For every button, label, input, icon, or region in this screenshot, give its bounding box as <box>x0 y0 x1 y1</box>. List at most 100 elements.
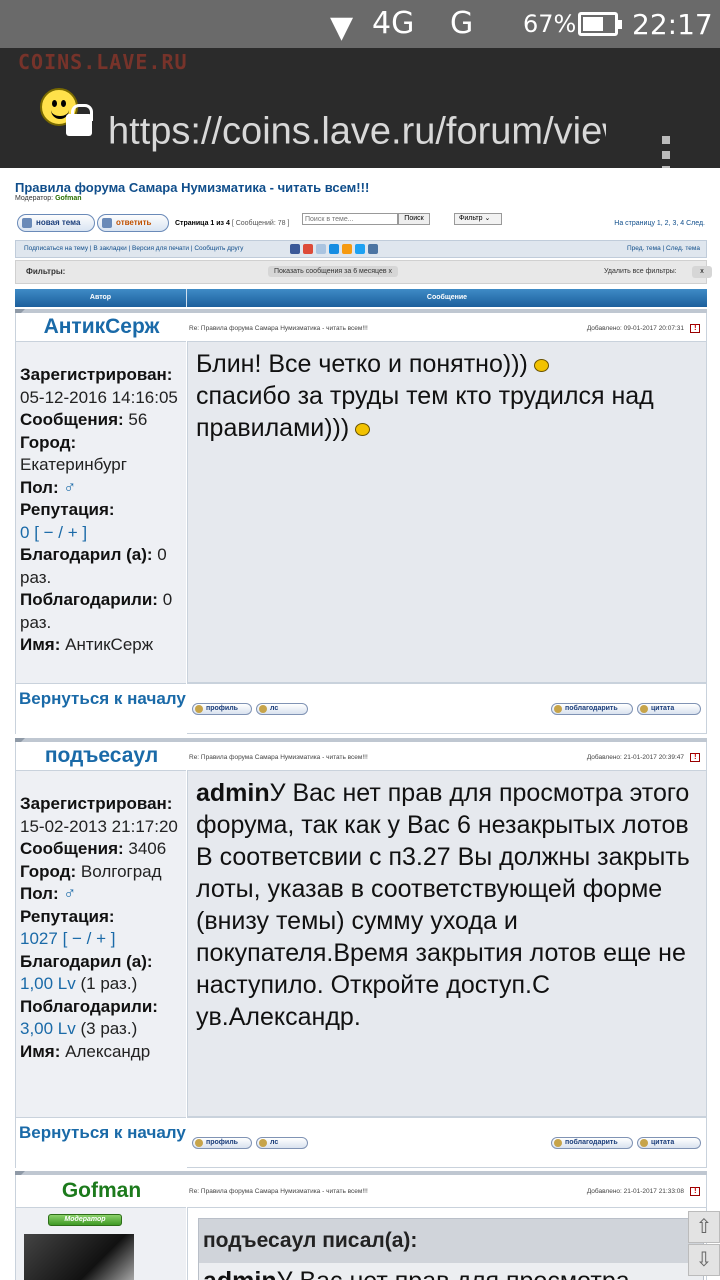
author-column-header: Автор <box>89 294 112 301</box>
smiley-icon <box>533 358 549 372</box>
report-icon[interactable] <box>690 752 700 762</box>
city-label: Город: <box>20 861 77 881</box>
remove-filters-button[interactable]: x <box>692 266 712 278</box>
back-to-top-link[interactable]: Вернуться к началу <box>15 1117 186 1168</box>
google-plus-icon[interactable] <box>303 244 313 254</box>
quote-text: adminУ Вас нет прав для просмотра <box>199 1263 703 1280</box>
reputation-value[interactable]: 0 <box>20 523 29 542</box>
author-profile: Модератор <box>15 1207 186 1280</box>
city-value: Екатеринбург <box>20 455 127 474</box>
moderator-link[interactable]: Gofman <box>55 195 81 202</box>
pagination[interactable]: На страницу 1, 2, 3, 4 След. <box>614 220 705 227</box>
site-banner-text: COINS.LAVE.RU <box>18 50 188 74</box>
topic-actions-links[interactable]: Подписаться на тему | В закладки | Верси… <box>24 245 243 252</box>
city-value: Волгоград <box>80 861 162 881</box>
filter-chip[interactable]: Показать сообщения за 6 месяцев x <box>268 266 399 277</box>
remove-filters-label: Удалить все фильтры: <box>604 268 677 275</box>
post-subject[interactable]: Re: Правила форума Самара Нумизматика - … <box>189 325 368 332</box>
moderator-line: Модератор: Gofman <box>15 195 82 202</box>
name-label: Имя: <box>20 635 61 654</box>
admin-mention: admin <box>196 779 270 807</box>
forum-page: Правила форума Самара Нумизматика - чита… <box>0 168 720 1280</box>
post-actions: профиль лс поблагодарить цитата <box>187 683 707 734</box>
registered-label: Зарегистрирован: <box>20 365 173 384</box>
search-button[interactable]: Поиск <box>398 213 430 225</box>
messages-count: 56 <box>128 410 148 429</box>
reply-button[interactable]: ответить <box>97 214 169 232</box>
post-author[interactable]: Gofman <box>16 1179 187 1203</box>
profile-button[interactable]: профиль <box>192 1137 252 1149</box>
moderator-badge: Модератор <box>48 1214 122 1226</box>
author-profile: Зарегистрирован: 15-02-2013 21:17:20 Соо… <box>15 770 186 1117</box>
topic-search-input[interactable] <box>302 213 398 225</box>
topic-actions-bar: Подписаться на тему | В закладки | Верси… <box>15 240 707 258</box>
post-subject[interactable]: Re: Правила форума Самара Нумизматика - … <box>189 1188 368 1195</box>
scroll-down-icon[interactable]: ⇩ <box>688 1244 720 1276</box>
sex-label: Пол: <box>20 884 59 903</box>
chevron-down-icon: ⌄ <box>484 215 491 222</box>
quote-button[interactable]: цитата <box>637 1137 701 1149</box>
mailru-icon[interactable] <box>329 244 339 254</box>
avatar <box>24 1234 134 1280</box>
social-share-icons <box>290 244 381 261</box>
post: Gofman Re: Правила форума Самара Нумизма… <box>15 1171 707 1280</box>
network-indicator-2: G <box>450 6 474 41</box>
vk-icon[interactable] <box>368 244 378 254</box>
reputation-vote[interactable]: [ − / + ] <box>34 523 87 542</box>
smiley-icon <box>355 422 371 436</box>
report-icon[interactable] <box>690 1186 700 1196</box>
url-field[interactable]: https://coins.lave.ru/forum/viewtopic <box>108 111 606 154</box>
thanked-value[interactable]: 1,00 Lv <box>20 974 76 993</box>
page-counter: Страница 1 из 4 <box>175 220 230 227</box>
profile-button[interactable]: профиль <box>192 703 252 715</box>
registered-label: Зарегистрирован: <box>20 794 173 813</box>
posts-table-header: Автор Сообщение <box>15 289 707 307</box>
new-topic-button[interactable]: новая тема <box>17 214 95 232</box>
filter-dropdown[interactable]: Фильтр ⌄ <box>454 213 502 225</box>
post-author[interactable]: подъесаул <box>16 744 187 768</box>
post-subject[interactable]: Re: Правила форума Самара Нумизматика - … <box>189 754 368 761</box>
back-to-top-link[interactable]: Вернуться к началу <box>15 683 186 734</box>
post-text: спасибо за труды тем кто трудился над пр… <box>196 382 654 442</box>
post-date: Добавлено: 21-01-2017 20:39:47 <box>586 754 684 761</box>
post-text: Блин! Все четко и понятно))) <box>196 350 528 378</box>
reputation-vote[interactable]: [ − / + ] <box>63 929 116 948</box>
name-label: Имя: <box>20 1041 61 1061</box>
battery-icon <box>578 12 622 36</box>
livejournal-icon[interactable] <box>316 244 326 254</box>
name-value: Александр <box>65 1041 151 1061</box>
twitter-icon[interactable] <box>355 244 365 254</box>
quote-author: подъесаул писал(а): <box>203 1229 418 1252</box>
filter-label: Фильтр <box>459 215 483 222</box>
post: подъесаул Re: Правила форума Самара Нуми… <box>15 738 707 1168</box>
post: АнтикСерж Re: Правила форума Самара Нуми… <box>15 309 707 734</box>
thanks-label: Поблагодарили: <box>20 590 158 609</box>
topic-title[interactable]: Правила форума Самара Нумизматика - чита… <box>15 180 369 195</box>
post-date: Добавлено: 21-01-2017 21:33:08 <box>586 1188 684 1195</box>
post-date: Добавлено: 09-01-2017 20:07:31 <box>586 325 684 332</box>
messages-label: Сообщения: <box>20 410 124 429</box>
facebook-icon[interactable] <box>290 244 300 254</box>
odnoklassniki-icon[interactable] <box>342 244 352 254</box>
admin-mention: admin <box>203 1267 277 1280</box>
post-author[interactable]: АнтикСерж <box>16 315 187 339</box>
author-profile: Зарегистрирован: 05-12-2016 14:16:05 Соо… <box>15 341 186 683</box>
report-icon[interactable] <box>690 323 700 333</box>
thank-button[interactable]: поблагодарить <box>551 1137 633 1149</box>
registered-date: 15-02-2013 21:17:20 <box>20 816 178 836</box>
quote-button[interactable]: цитата <box>637 703 701 715</box>
quote-body: У Вас нет прав для просмотра <box>277 1267 630 1280</box>
thanks-value[interactable]: 3,00 Lv <box>20 1019 76 1038</box>
post-actions: профиль лс поблагодарить цитата <box>187 1117 707 1168</box>
pm-button[interactable]: лс <box>256 703 308 715</box>
scroll-up-icon[interactable]: ⇧ <box>688 1211 720 1243</box>
lock-icon[interactable] <box>66 104 93 136</box>
thanked-times: (1 раз.) <box>80 974 138 993</box>
page-info: Страница 1 из 4 [ Сообщений: 78 ] <box>175 220 289 227</box>
reputation-value[interactable]: 1027 <box>20 929 58 948</box>
pm-button[interactable]: лс <box>256 1137 308 1149</box>
thanks-times: (3 раз.) <box>80 1019 138 1038</box>
topic-nav-links[interactable]: Пред. тема | След. тема <box>627 241 700 257</box>
clock: 22:17 <box>632 8 713 41</box>
thank-button[interactable]: поблагодарить <box>551 703 633 715</box>
